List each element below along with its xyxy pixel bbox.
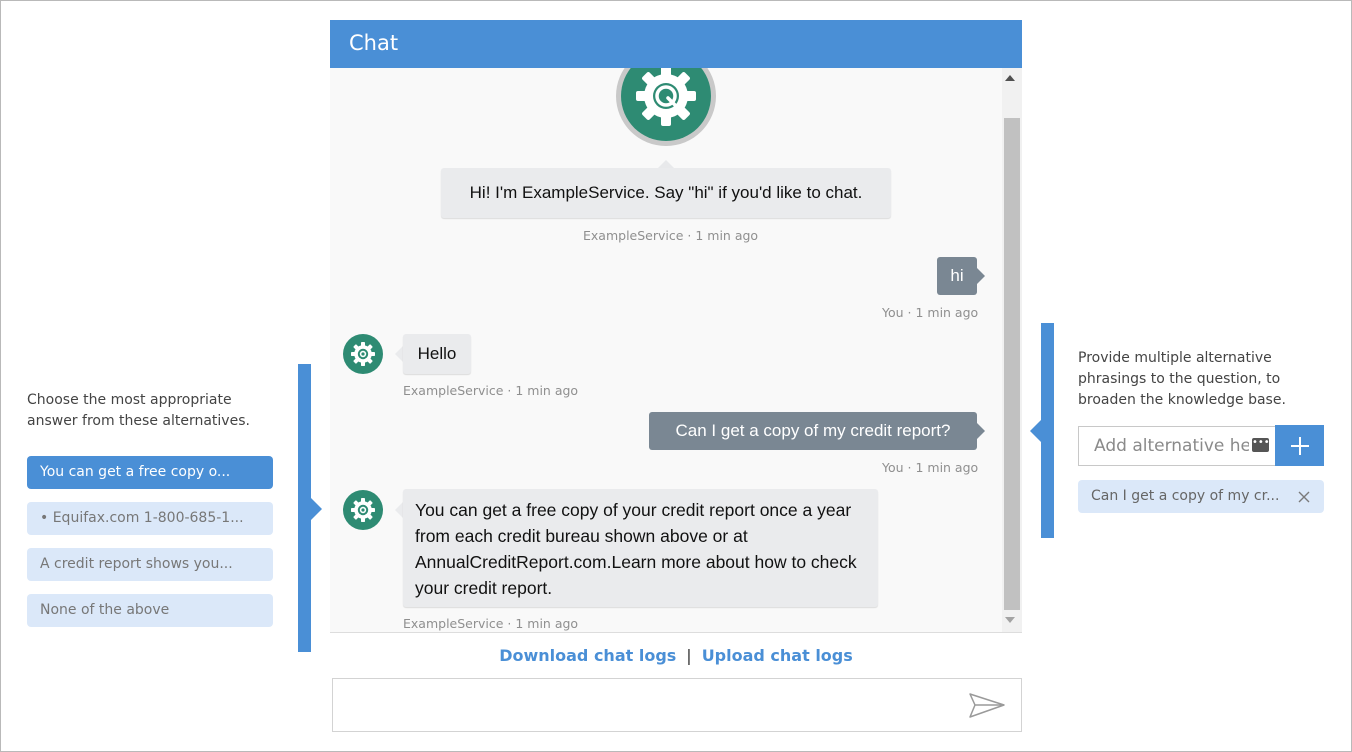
bot-message-greeting: Hi! I'm ExampleService. Say "hi" if you'…: [441, 168, 891, 218]
user-message-question: Can I get a copy of my credit report?: [649, 412, 977, 450]
message-meta: You · 1 min ago: [882, 460, 979, 475]
add-alternative-button[interactable]: [1275, 425, 1324, 466]
bubble-tail: [977, 423, 985, 439]
bot-avatar: [343, 490, 383, 530]
bot-message-hello: Hello: [403, 334, 471, 374]
gear-icon: [351, 342, 375, 366]
send-icon: [969, 693, 1005, 718]
send-button[interactable]: [967, 691, 1007, 721]
message-meta: ExampleService · 1 min ago: [403, 383, 579, 398]
alternative-input-container: •••: [1078, 426, 1275, 466]
chat-title: Chat: [349, 31, 399, 55]
right-callout-bar: [1041, 323, 1054, 538]
chat-transcript[interactable]: Hi! I'm ExampleService. Say "hi" if you'…: [330, 68, 1022, 632]
none-of-the-above-option[interactable]: None of the above: [27, 594, 273, 627]
bot-logo: [616, 68, 716, 146]
bubble-tail: [395, 502, 403, 518]
alternative-phrasing-input[interactable]: [1079, 427, 1249, 465]
answer-alternatives-description: Choose the most appropriate answer from …: [27, 392, 250, 429]
scroll-down-arrow-icon[interactable]: [1005, 617, 1015, 623]
chat-log-links: Download chat logs | Upload chat logs: [330, 632, 1022, 679]
left-callout-bar: [298, 364, 311, 652]
left-callout-arrow: [311, 498, 322, 520]
alternative-answer-1[interactable]: You can get a free copy o...: [27, 456, 273, 489]
alternative-phrasings-description: Provide multiple alternative phrasings t…: [1078, 350, 1286, 408]
user-message-hi: hi: [937, 257, 977, 295]
bot-avatar: [343, 334, 383, 374]
alternative-phrasing-chip: Can I get a copy of my cr...: [1078, 480, 1324, 513]
chat-header: Chat: [330, 20, 1022, 68]
gear-icon: [636, 68, 696, 126]
right-callout-arrow: [1030, 420, 1041, 442]
message-input[interactable]: [333, 679, 957, 733]
more-dots-icon: •••: [1252, 438, 1270, 452]
scrollbar-thumb[interactable]: [1004, 118, 1020, 610]
download-chat-logs-link[interactable]: Download chat logs: [499, 646, 676, 665]
upload-chat-logs-link[interactable]: Upload chat logs: [702, 646, 853, 665]
bot-message-answer: You can get a free copy of your credit r…: [403, 489, 878, 607]
chip-label: Can I get a copy of my cr...: [1091, 488, 1280, 504]
message-meta: ExampleService · 1 min ago: [403, 616, 579, 631]
bubble-tail: [395, 346, 403, 362]
bubble-tail: [977, 268, 985, 284]
alternative-answer-2[interactable]: • Equifax.com 1-800-685-1...: [27, 502, 273, 535]
remove-chip-button[interactable]: [1294, 480, 1314, 513]
message-meta: You · 1 min ago: [882, 305, 979, 320]
plus-icon: [1290, 436, 1309, 455]
link-separator: |: [686, 646, 692, 665]
gear-icon: [351, 498, 375, 522]
message-meta: ExampleService · 1 min ago: [583, 228, 759, 243]
close-icon: [1298, 491, 1310, 502]
scroll-up-arrow-icon[interactable]: [1005, 75, 1015, 81]
alternative-answer-3[interactable]: A credit report shows you...: [27, 548, 273, 581]
message-composer: [332, 678, 1022, 733]
